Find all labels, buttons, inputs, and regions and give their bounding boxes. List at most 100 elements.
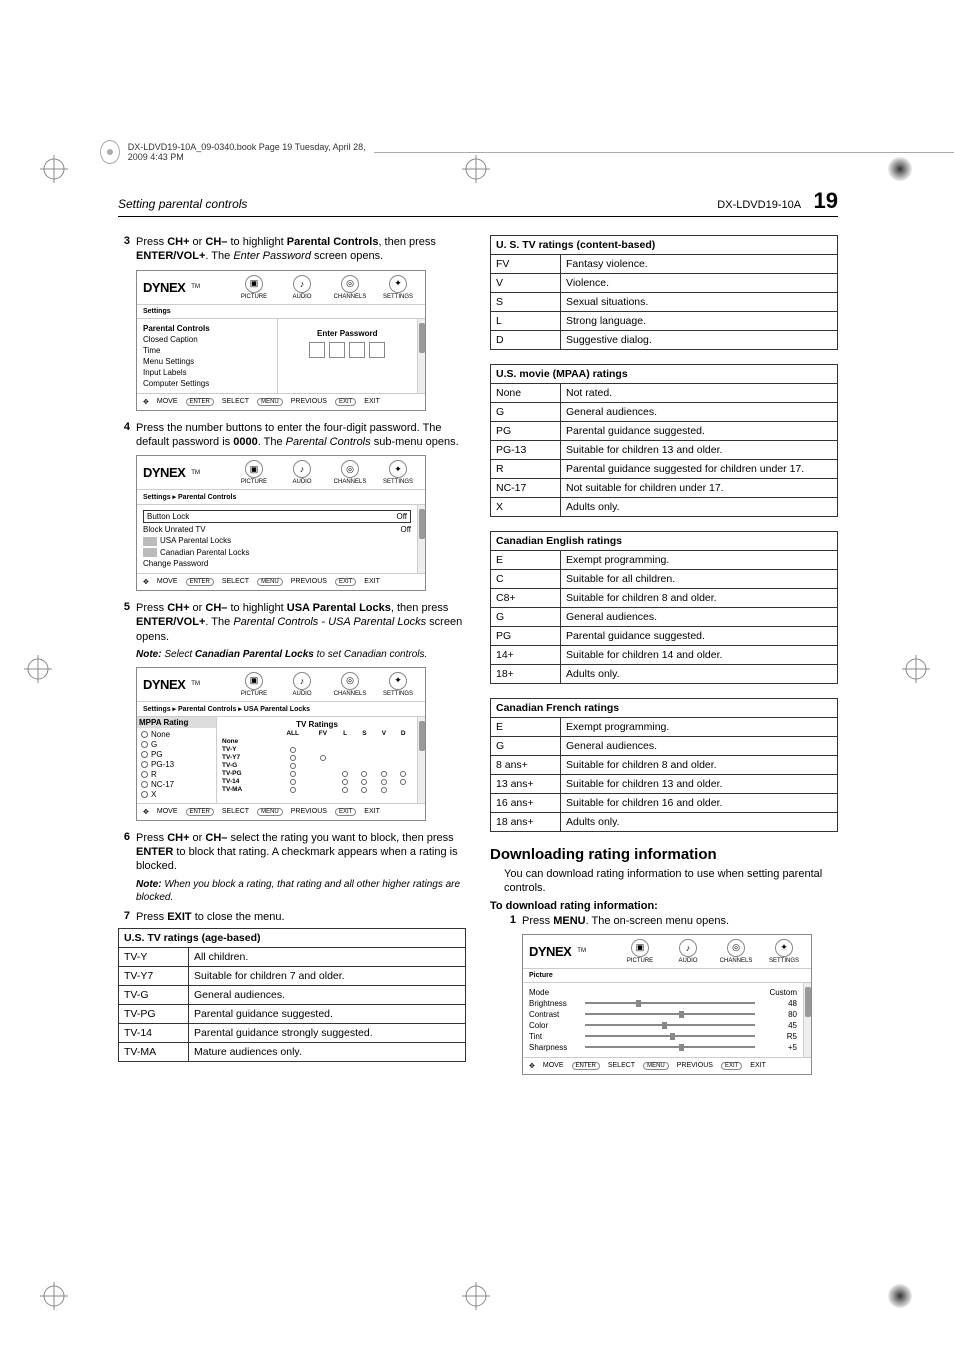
step-body: Press CH+ or CH– select the rating you w… (136, 831, 466, 874)
rating-code: PG (491, 422, 561, 441)
table-row: 8 ans+Suitable for children 8 and older. (491, 756, 838, 775)
rating-code: TV-MA (119, 1043, 189, 1062)
note-6: Note: When you block a rating, that rati… (136, 878, 466, 904)
nav-arrows-icon: ✥ (529, 1062, 535, 1070)
download-step-1: 1 Press MENU. The on-screen menu opens. (504, 914, 838, 928)
rating-code: PG-13 (491, 441, 561, 460)
rating-desc: Suitable for children 8 and older. (561, 589, 838, 608)
right-column: U. S. TV ratings (content-based) FVFanta… (490, 235, 838, 1085)
rating-code: S (491, 293, 561, 312)
gradient-disc-icon (886, 1282, 914, 1310)
tv-ratings-grid: ALLFVLSVDNoneTV-YTV-Y7TV-GTV-PGTV-14TV-M… (221, 730, 413, 794)
mpaa-ratings-table: U.S. movie (MPAA) ratings NoneNot rated.… (490, 364, 838, 517)
table-header: U.S. TV ratings (age-based) (119, 929, 466, 948)
osd-footer: ✥MOVE ENTERSELECT MENUPREVIOUS EXITEXIT (523, 1057, 811, 1074)
rating-code: NC-17 (491, 479, 561, 498)
osd-item: Time (143, 345, 271, 356)
osd-item: Input Labels (143, 367, 271, 378)
table-row: SSexual situations. (491, 293, 838, 312)
model-number: DX-LDVD19-10A (717, 199, 800, 211)
mppa-option: PG (141, 750, 212, 760)
step-number: 6 (118, 831, 130, 874)
audio-icon: ♪ (293, 672, 311, 690)
osd-item: Menu Settings (143, 356, 271, 367)
step-number: 3 (118, 235, 130, 264)
nav-arrows-icon: ✥ (143, 578, 149, 586)
dynex-logo: DYNEX (143, 677, 185, 692)
osd-parental-controls: DYNEXTM ▣PICTURE ♪AUDIO ◎CHANNELS ✦SETTI… (136, 455, 426, 591)
step-4: 4 Press the number buttons to enter the … (118, 421, 466, 450)
picture-row: Contrast80 (529, 1009, 797, 1020)
picture-row: Brightness48 (529, 998, 797, 1009)
table-row: C8+Suitable for children 8 and older. (491, 589, 838, 608)
page-number: 19 (814, 188, 838, 213)
table-row: XAdults only. (491, 498, 838, 517)
nav-arrows-icon: ✥ (143, 808, 149, 816)
nav-arrows-icon: ✥ (143, 398, 149, 406)
osd-scrollbar (803, 983, 811, 1057)
header-section: Setting parental controls (118, 197, 247, 211)
rating-code: PG (491, 627, 561, 646)
osd-footer: ✥MOVE ENTERSELECT MENUPREVIOUS EXITEXIT (137, 803, 425, 820)
table-row: 13 ans+Suitable for children 13 and olde… (491, 775, 838, 794)
table-header: U. S. TV ratings (content-based) (491, 236, 838, 255)
rating-desc: Fantasy violence. (561, 255, 838, 274)
pdf-header-text: DX-LDVD19-10A_09-0340.book Page 19 Tuesd… (128, 142, 367, 162)
rating-desc: Suggestive dialog. (561, 331, 838, 350)
step-body: Press MENU. The on-screen menu opens. (522, 914, 838, 928)
osd-breadcrumb: Settings ▸ Parental Controls (137, 490, 425, 505)
table-row: FVFantasy violence. (491, 255, 838, 274)
rating-code: L (491, 312, 561, 331)
table-row: TV-Y7Suitable for children 7 and older. (119, 967, 466, 986)
table-row: 14+Suitable for children 14 and older. (491, 646, 838, 665)
table-row: 18 ans+Adults only. (491, 813, 838, 832)
step-number: 4 (118, 421, 130, 450)
table-header: Canadian French ratings (491, 699, 838, 718)
table-row: TV-YAll children. (119, 948, 466, 967)
rating-code: D (491, 331, 561, 350)
osd-scrollbar (417, 505, 425, 573)
picture-icon: ▣ (245, 672, 263, 690)
table-row: EExempt programming. (491, 718, 838, 737)
step-5: 5 Press CH+ or CH– to highlight USA Pare… (118, 601, 466, 644)
step-7: 7 Press EXIT to close the menu. (118, 910, 466, 924)
dynex-logo: DYNEX (143, 465, 185, 480)
binder-ring-icon (100, 140, 120, 164)
rating-code: TV-14 (119, 1024, 189, 1043)
canadian-french-ratings-table: Canadian French ratings EExempt programm… (490, 698, 838, 832)
download-para: You can download rating information to u… (504, 867, 838, 896)
mppa-title: MPPA Rating (137, 717, 216, 728)
table-row: GGeneral audiences. (491, 608, 838, 627)
table-row: GGeneral audiences. (491, 737, 838, 756)
osd-row: Block Unrated TVOff (143, 524, 411, 535)
rating-desc: Adults only. (561, 813, 838, 832)
us-content-ratings-table: U. S. TV ratings (content-based) FVFanta… (490, 235, 838, 350)
table-row: PGParental guidance suggested. (491, 627, 838, 646)
step-number: 5 (118, 601, 130, 644)
rating-desc: Sexual situations. (561, 293, 838, 312)
settings-icon: ✦ (389, 275, 407, 293)
table-row: GGeneral audiences. (491, 403, 838, 422)
canadian-english-ratings-table: Canadian English ratings EExempt program… (490, 531, 838, 684)
register-mark-icon (24, 655, 52, 683)
rating-code: 14+ (491, 646, 561, 665)
rating-code: G (491, 403, 561, 422)
rating-desc: Adults only. (561, 498, 838, 517)
rating-code: FV (491, 255, 561, 274)
rating-desc: Suitable for children 8 and older. (561, 756, 838, 775)
rating-desc: Parental guidance suggested. (189, 1005, 466, 1024)
register-mark-icon (40, 1282, 68, 1310)
rating-code: TV-Y (119, 948, 189, 967)
rating-code: 18+ (491, 665, 561, 684)
rating-desc: Suitable for children 13 and older. (561, 775, 838, 794)
download-subheading: To download rating information: (490, 900, 838, 912)
rating-desc: Parental guidance suggested for children… (561, 460, 838, 479)
rating-code: G (491, 608, 561, 627)
header-line (374, 152, 954, 153)
table-row: 18+Adults only. (491, 665, 838, 684)
rating-desc: Exempt programming. (561, 718, 838, 737)
table-row: DSuggestive dialog. (491, 331, 838, 350)
settings-icon: ✦ (389, 672, 407, 690)
osd-scrollbar (417, 319, 425, 393)
mppa-option: None (141, 730, 212, 740)
